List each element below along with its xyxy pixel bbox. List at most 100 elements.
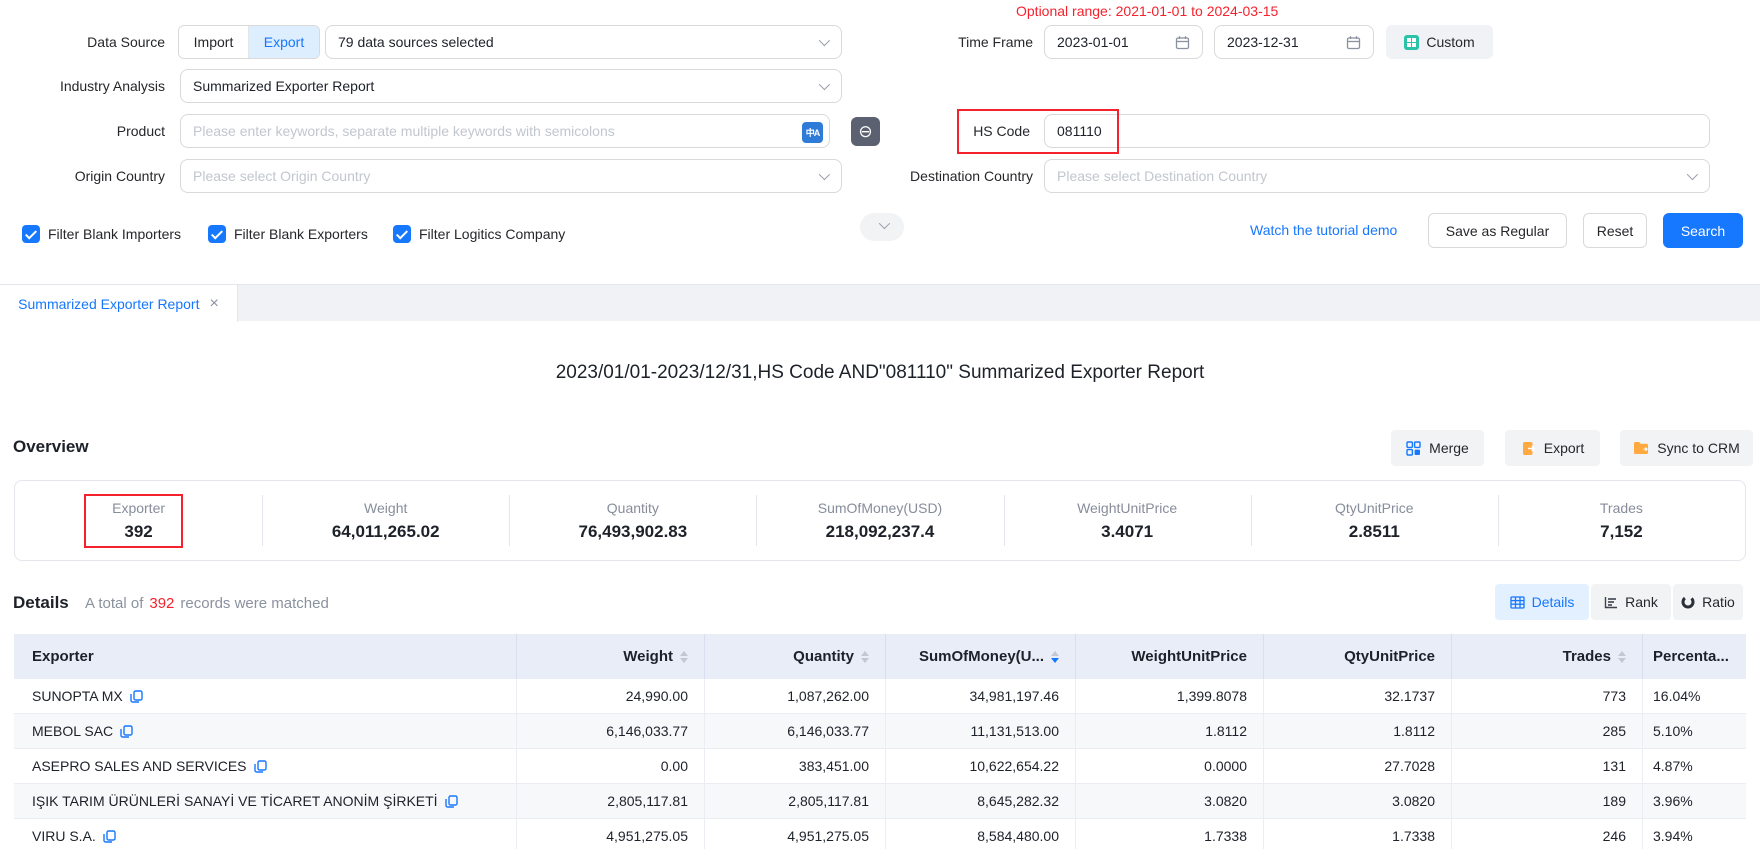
exporter-name[interactable]: SUNOPTA MX <box>32 688 123 704</box>
table-header: Exporter Weight Quantity SumOfMoney(U...… <box>14 634 1746 679</box>
import-toggle[interactable]: Import <box>179 26 249 58</box>
merge-label: Merge <box>1429 440 1469 456</box>
filter-blank-exporters-checkbox[interactable]: Filter Blank Exporters <box>208 222 368 246</box>
view-ratio-label: Ratio <box>1702 594 1735 610</box>
sync-folder-icon <box>1633 441 1649 455</box>
quantity-cell: 4,951,275.05 <box>705 819 886 849</box>
col-trades[interactable]: Trades <box>1452 634 1643 679</box>
quantity-cell: 2,805,117.81 <box>705 784 886 818</box>
col-quantity[interactable]: Quantity <box>705 634 886 679</box>
col-qty-unit-price[interactable]: QtyUnitPrice <box>1264 634 1452 679</box>
copy-icon[interactable] <box>103 830 116 843</box>
stat-label: Trades <box>1600 500 1643 516</box>
col-exporter[interactable]: Exporter <box>14 634 517 679</box>
qty-unit-price-cell: 3.0820 <box>1264 784 1452 818</box>
chevron-down-icon <box>819 35 830 46</box>
checkbox-label: Filter Blank Exporters <box>234 226 368 242</box>
optional-range-note: Optional range: 2021-01-01 to 2024-03-15 <box>1016 3 1278 19</box>
copy-icon[interactable] <box>120 725 133 738</box>
exporter-name[interactable]: VIRU S.A. <box>32 828 96 844</box>
stat-weight: Weight 64,011,265.02 <box>262 481 509 560</box>
collapse-form-button[interactable] <box>860 213 904 241</box>
table-row: VIRU S.A. 4,951,275.05 4,951,275.05 8,58… <box>14 819 1746 849</box>
custom-range-button[interactable]: Custom <box>1386 25 1493 59</box>
product-input[interactable]: Please enter keywords, separate multiple… <box>180 114 830 148</box>
checkbox-label: Filter Logitics Company <box>419 226 565 242</box>
merge-icon <box>1406 441 1421 456</box>
exclude-keywords-icon[interactable]: ⊖ <box>851 117 880 146</box>
origin-country-select[interactable]: Please select Origin Country <box>180 159 842 193</box>
calendar-icon <box>1346 35 1361 50</box>
stat-trades: Trades 7,152 <box>1498 481 1745 560</box>
save-as-regular-button[interactable]: Save as Regular <box>1428 213 1567 248</box>
copy-icon[interactable] <box>254 760 267 773</box>
summary-prefix: A total of <box>85 595 143 612</box>
time-frame-label: Time Frame <box>933 24 1033 60</box>
checkbox-checked-icon[interactable] <box>208 225 226 243</box>
weight-cell: 6,146,033.77 <box>517 714 705 748</box>
reset-button[interactable]: Reset <box>1583 213 1647 248</box>
weight-cell: 2,805,117.81 <box>517 784 705 818</box>
export-button[interactable]: Export <box>1505 430 1600 466</box>
report-title: 2023/01/01-2023/12/31,HS Code AND"081110… <box>0 362 1760 384</box>
quantity-cell: 6,146,033.77 <box>705 714 886 748</box>
col-label: Percenta... <box>1653 648 1729 665</box>
trades-cell: 131 <box>1452 749 1643 783</box>
filter-blank-importers-checkbox[interactable]: Filter Blank Importers <box>22 222 181 246</box>
sum-of-money-cell: 8,645,282.32 <box>886 784 1076 818</box>
view-rank-button[interactable]: Rank <box>1591 584 1671 620</box>
search-button[interactable]: Search <box>1663 213 1743 248</box>
view-details-label: Details <box>1532 594 1575 610</box>
col-weight-unit-price[interactable]: WeightUnitPrice <box>1076 634 1264 679</box>
stat-weight-unit-price: WeightUnitPrice 3.4071 <box>1004 481 1251 560</box>
chevron-down-icon <box>819 169 830 180</box>
checkbox-checked-icon[interactable] <box>393 225 411 243</box>
table-body: SUNOPTA MX 24,990.00 1,087,262.00 34,981… <box>14 679 1746 849</box>
sort-icon[interactable] <box>861 651 869 663</box>
sync-to-crm-button[interactable]: Sync to CRM <box>1620 430 1753 466</box>
col-label: QtyUnitPrice <box>1344 648 1435 665</box>
tab-summarized-exporter-report[interactable]: Summarized Exporter Report × <box>0 285 238 322</box>
industry-analysis-select[interactable]: Summarized Exporter Report <box>180 69 842 103</box>
sort-icon[interactable] <box>680 651 688 663</box>
view-ratio-button[interactable]: Ratio <box>1673 584 1743 620</box>
percentage-cell: 3.94% <box>1643 819 1746 849</box>
percentage-cell: 3.96% <box>1643 784 1746 818</box>
data-sources-select[interactable]: 79 data sources selected <box>325 25 842 59</box>
details-table: Exporter Weight Quantity SumOfMoney(U...… <box>14 634 1746 849</box>
col-weight[interactable]: Weight <box>517 634 705 679</box>
exporter-name[interactable]: MEBOL SAC <box>32 723 113 739</box>
exporter-name[interactable]: ASEPRO SALES AND SERVICES <box>32 758 247 774</box>
exporter-cell: MEBOL SAC <box>14 714 517 748</box>
checkbox-checked-icon[interactable] <box>22 225 40 243</box>
start-date-input[interactable]: 2023-01-01 <box>1044 25 1203 59</box>
weight-unit-price-cell: 1.8112 <box>1076 714 1264 748</box>
exporter-cell: IŞIK TARIM ÜRÜNLERİ SANAYİ VE TİCARET AN… <box>14 784 517 818</box>
stat-label: SumOfMoney(USD) <box>818 500 942 516</box>
qty-unit-price-cell: 27.7028 <box>1264 749 1452 783</box>
col-percentage[interactable]: Percenta... <box>1643 634 1746 679</box>
close-icon[interactable]: × <box>209 296 218 312</box>
filter-logistics-company-checkbox[interactable]: Filter Logitics Company <box>393 222 565 246</box>
translate-icon[interactable]: 中A <box>802 122 823 143</box>
copy-icon[interactable] <box>445 795 458 808</box>
stat-qty-unit-price: QtyUnitPrice 2.8511 <box>1251 481 1498 560</box>
exporter-name[interactable]: IŞIK TARIM ÜRÜNLERİ SANAYİ VE TİCARET AN… <box>32 793 438 809</box>
tutorial-link[interactable]: Watch the tutorial demo <box>1250 222 1397 238</box>
trades-cell: 189 <box>1452 784 1643 818</box>
percentage-cell: 4.87% <box>1643 749 1746 783</box>
hs-code-input[interactable]: 081110 <box>1044 114 1710 148</box>
end-date-input[interactable]: 2023-12-31 <box>1214 25 1374 59</box>
view-details-button[interactable]: Details <box>1495 584 1589 620</box>
data-sources-value: 79 data sources selected <box>338 34 494 50</box>
export-toggle[interactable]: Export <box>249 26 319 58</box>
merge-button[interactable]: Merge <box>1391 430 1484 466</box>
copy-icon[interactable] <box>130 690 143 703</box>
details-heading: Details <box>13 593 69 613</box>
sort-icon-active-desc[interactable] <box>1051 651 1059 663</box>
sort-icon[interactable] <box>1618 651 1626 663</box>
weight-unit-price-cell: 1.7338 <box>1076 819 1264 849</box>
destination-country-select[interactable]: Please select Destination Country <box>1044 159 1710 193</box>
custom-icon <box>1404 35 1419 50</box>
col-sum-of-money[interactable]: SumOfMoney(U... <box>886 634 1076 679</box>
